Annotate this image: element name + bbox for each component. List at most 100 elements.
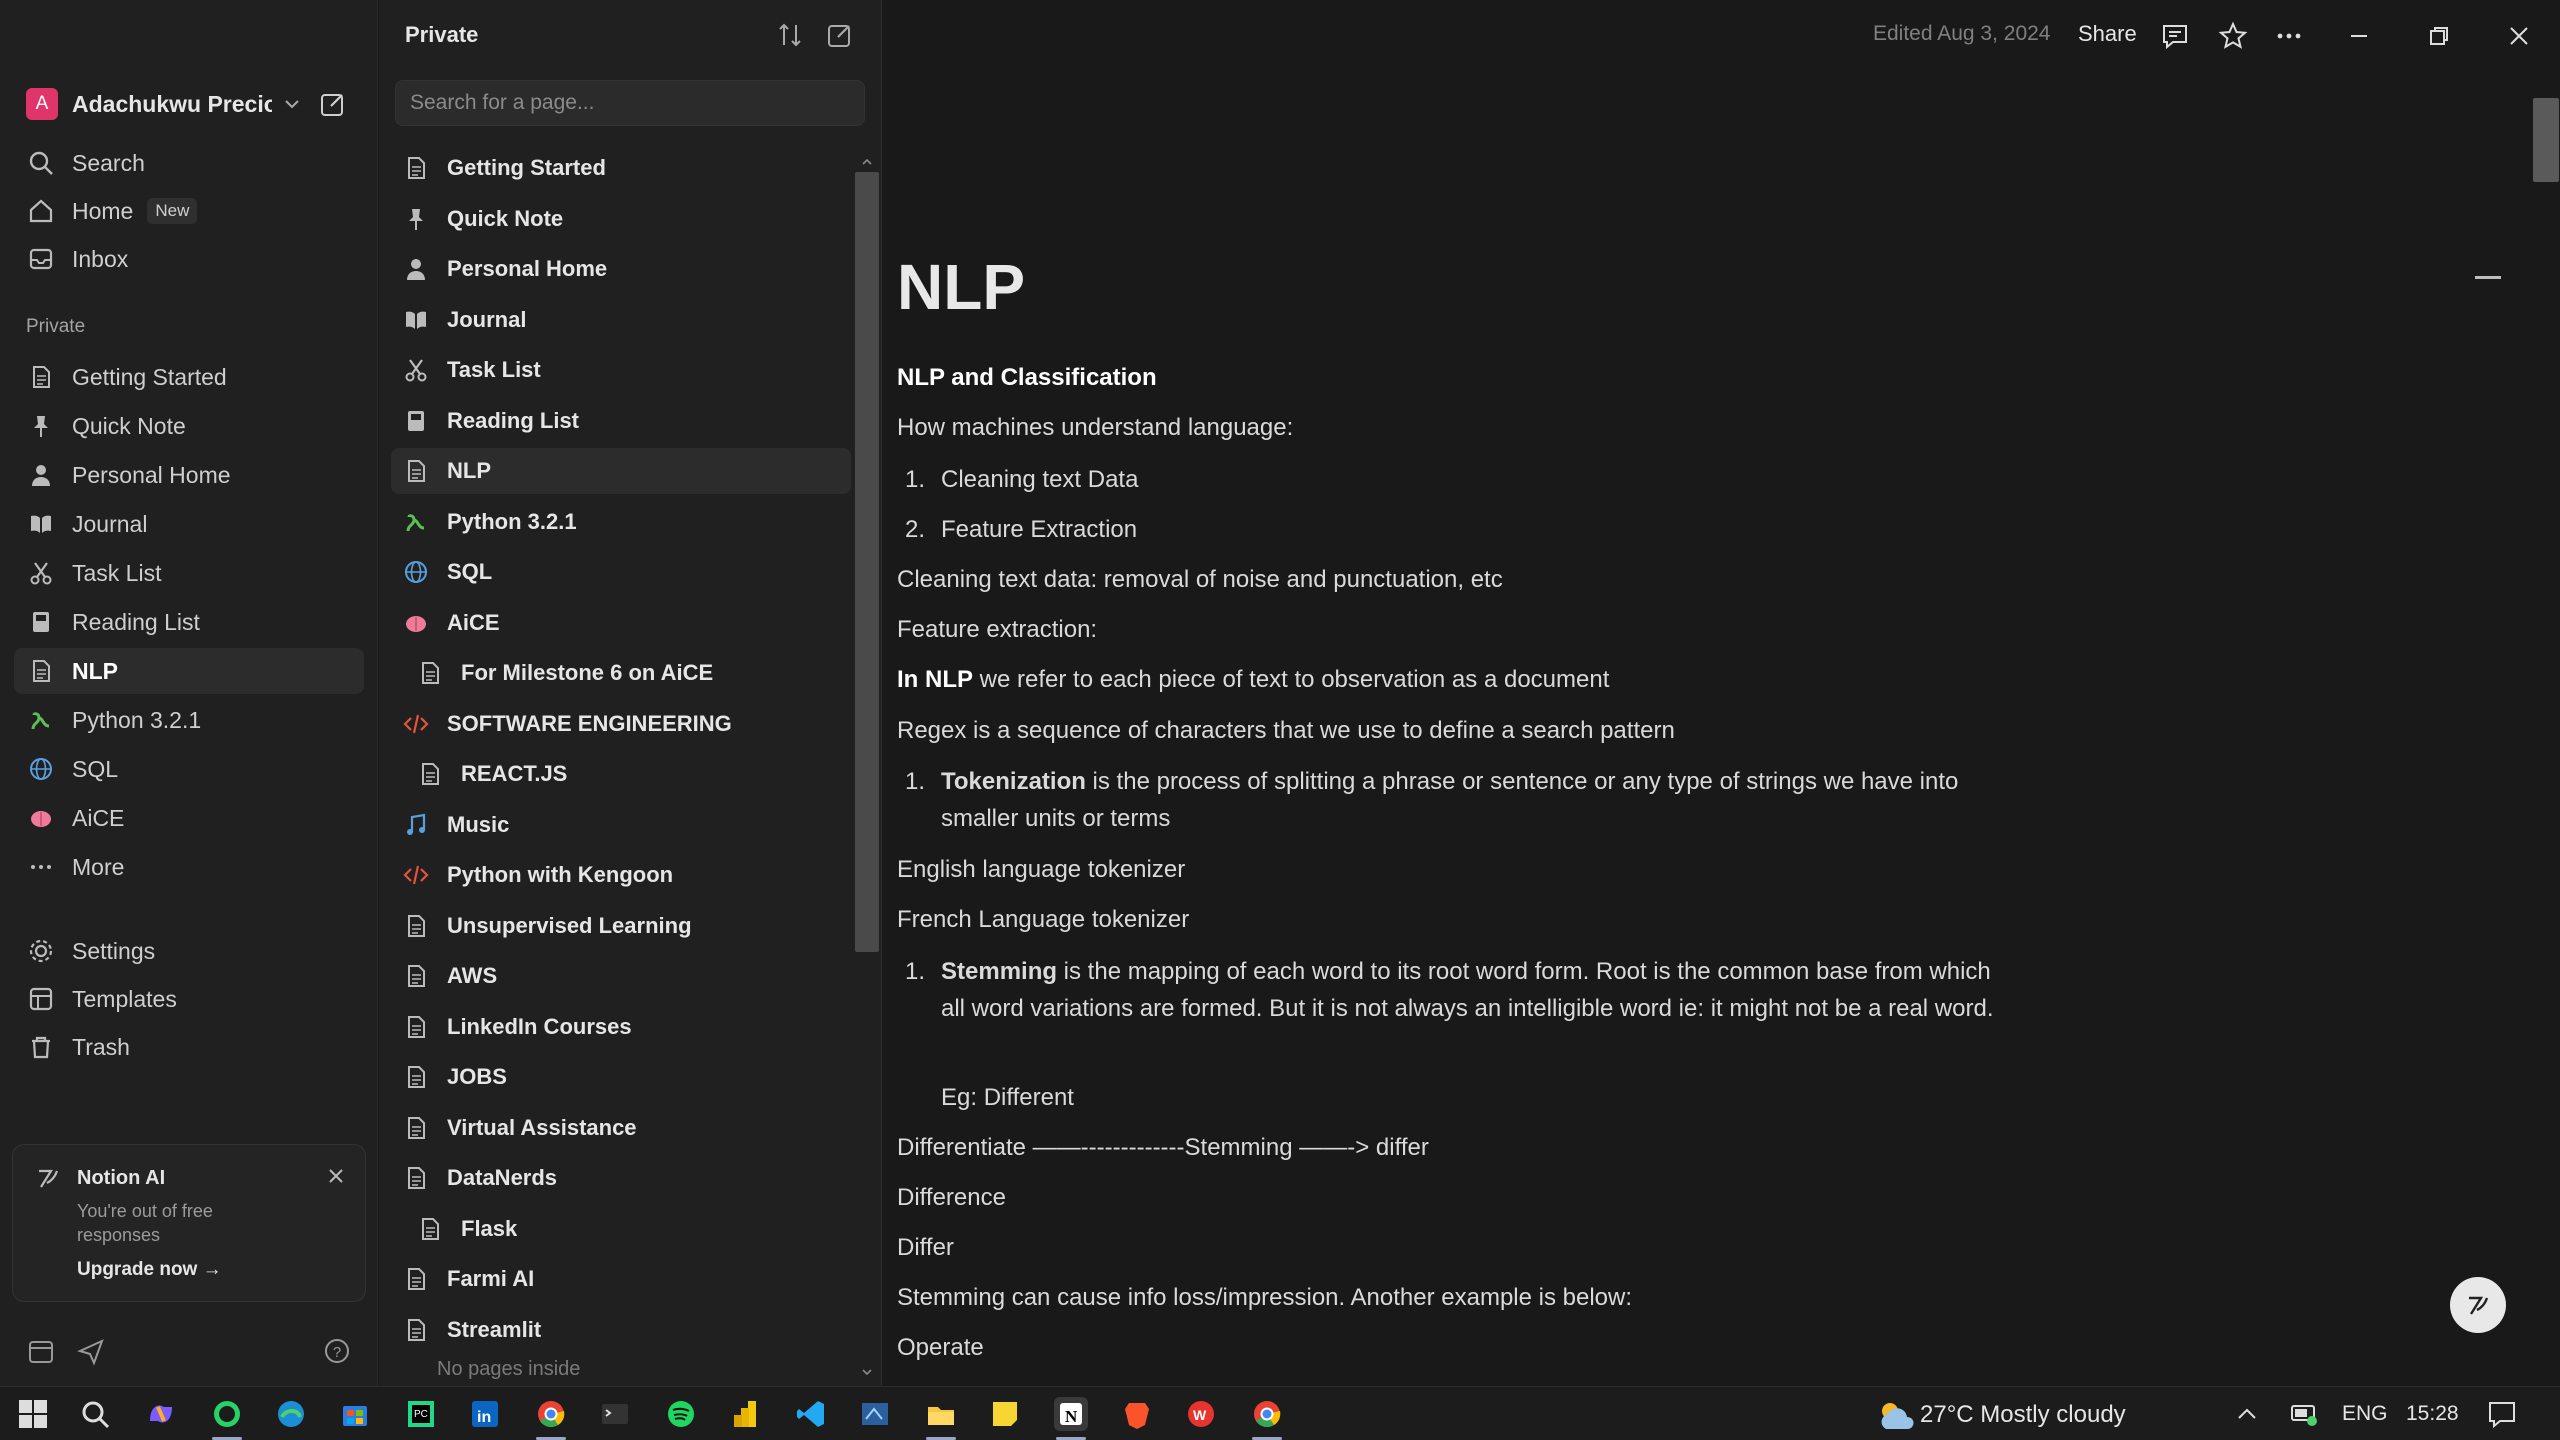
vscode-icon[interactable]: [794, 1397, 828, 1431]
new-page-icon[interactable]: [825, 20, 855, 50]
store-icon[interactable]: [338, 1397, 372, 1431]
notion-taskbar-icon[interactable]: N: [1054, 1397, 1088, 1431]
nav-trash[interactable]: Trash: [14, 1024, 364, 1070]
sidebar-item-sql[interactable]: SQL: [14, 746, 364, 792]
page-item-farmi-ai[interactable]: Farmi AI: [391, 1256, 851, 1302]
nav-settings[interactable]: Settings: [14, 928, 364, 974]
page-item-sql[interactable]: SQL: [391, 549, 851, 595]
close-window-icon[interactable]: [2503, 20, 2535, 52]
page-search-input[interactable]: [395, 80, 865, 126]
nav-search[interactable]: Search: [14, 140, 364, 186]
ssms-icon[interactable]: [858, 1397, 892, 1431]
page-item-task-list[interactable]: Task List: [391, 347, 851, 393]
sidebar-item-quick-note[interactable]: Quick Note: [14, 403, 364, 449]
share-button[interactable]: Share: [2078, 21, 2137, 47]
page-item-virtual-assistance[interactable]: Virtual Assistance: [391, 1105, 851, 1151]
chevron-down-icon[interactable]: [282, 94, 302, 114]
nav-templates[interactable]: Templates: [14, 976, 364, 1022]
page-item-jobs[interactable]: JOBS: [391, 1054, 851, 1100]
copilot-icon[interactable]: [144, 1397, 178, 1431]
new-page-icon[interactable]: [318, 89, 348, 119]
page-item-python-with-kengoon[interactable]: Python with Kengoon: [391, 852, 851, 898]
doc-paragraph[interactable]: English language tokenizer: [897, 856, 1185, 884]
doc-paragraph[interactable]: Differentiate ——-------------Stemming ——…: [897, 1134, 1429, 1162]
doc-paragraph[interactable]: Differ: [897, 1234, 954, 1262]
weather-text[interactable]: 27°C Mostly cloudy: [1920, 1401, 2126, 1429]
powerbi-icon[interactable]: [728, 1397, 762, 1431]
nav-inbox[interactable]: Inbox: [14, 236, 364, 282]
whatsapp-icon[interactable]: [210, 1397, 244, 1431]
page-item-streamlit[interactable]: Streamlit: [391, 1307, 851, 1353]
page-item-react-js[interactable]: REACT.JS: [391, 751, 851, 797]
sidebar-item-nlp[interactable]: NLP: [14, 648, 364, 694]
table-of-contents-icon[interactable]: [2475, 276, 2501, 279]
edge-icon[interactable]: [274, 1397, 308, 1431]
sidebar-item-personal-home[interactable]: Personal Home: [14, 452, 364, 498]
main-scrollbar[interactable]: [2533, 98, 2559, 182]
page-item-aws[interactable]: AWS: [391, 953, 851, 999]
close-icon[interactable]: [325, 1165, 347, 1187]
scroll-down-icon[interactable]: [861, 1366, 873, 1378]
page-item-for-milestone-6-on-aice[interactable]: For Milestone 6 on AiCE: [391, 650, 851, 696]
upgrade-now-link[interactable]: Upgrade now →: [77, 1259, 222, 1281]
more-icon[interactable]: [2273, 20, 2305, 52]
page-panel-scrollbar[interactable]: [855, 172, 879, 952]
page-item-unsupervised-learning[interactable]: Unsupervised Learning: [391, 903, 851, 949]
page-item-journal[interactable]: Journal: [391, 297, 851, 343]
list-item[interactable]: 1. Tokenization is the process of splitti…: [897, 763, 1997, 839]
brave-icon[interactable]: [1120, 1397, 1154, 1431]
sidebar-item-aice[interactable]: AiCE: [14, 795, 364, 841]
send-icon[interactable]: [76, 1336, 106, 1366]
list-item[interactable]: 1. Stemming is the mapping of each word t…: [897, 953, 1997, 1065]
page-item-datanerds[interactable]: DataNerds: [391, 1155, 851, 1201]
language-indicator[interactable]: ENG: [2342, 1402, 2388, 1426]
doc-paragraph[interactable]: Eg: Different: [941, 1084, 1074, 1112]
doc-paragraph[interactable]: Cleaning text data: removal of noise and…: [897, 566, 1503, 594]
nav-home[interactable]: Home New: [14, 188, 364, 234]
chrome-profile-icon[interactable]: [1250, 1397, 1284, 1431]
doc-paragraph[interactable]: In NLP we refer to each piece of text to…: [897, 666, 1609, 694]
notifications-icon[interactable]: [2486, 1399, 2518, 1429]
workspace-switcher[interactable]: A Adachukwu Precio...: [26, 84, 366, 124]
calendar-icon[interactable]: [26, 1336, 56, 1366]
doc-paragraph[interactable]: Stemming can cause info loss/impression.…: [897, 1284, 1632, 1312]
doc-paragraph[interactable]: Difference: [897, 1184, 1006, 1212]
scroll-up-icon[interactable]: [861, 156, 873, 168]
battery-icon[interactable]: [2290, 1401, 2320, 1427]
page-item-reading-list[interactable]: Reading List: [391, 398, 851, 444]
page-item-nlp[interactable]: NLP: [391, 448, 851, 494]
sidebar-item-task-list[interactable]: Task List: [14, 550, 364, 596]
page-item-getting-started[interactable]: Getting Started: [391, 145, 851, 191]
page-item-flask[interactable]: Flask: [391, 1206, 851, 1252]
windows-start-icon[interactable]: [16, 1397, 50, 1431]
sort-icon[interactable]: [775, 20, 805, 50]
page-item-quick-note[interactable]: Quick Note: [391, 196, 851, 242]
page-title[interactable]: NLP: [897, 250, 1025, 324]
clock[interactable]: 15:28: [2406, 1402, 2459, 1426]
restore-icon[interactable]: [2423, 20, 2455, 52]
sidebar-item-more[interactable]: More: [14, 844, 364, 890]
file-explorer-icon[interactable]: [924, 1397, 958, 1431]
star-icon[interactable]: [2217, 20, 2249, 52]
page-item-python-3-2-1[interactable]: Python 3.2.1: [391, 499, 851, 545]
page-item-software-engineering[interactable]: SOFTWARE ENGINEERING: [391, 701, 851, 747]
pycharm-icon[interactable]: PC: [404, 1397, 438, 1431]
terminal-icon[interactable]: [598, 1397, 632, 1431]
page-item-personal-home[interactable]: Personal Home: [391, 246, 851, 292]
weather-cloud-icon[interactable]: [1876, 1397, 1916, 1433]
doc-paragraph[interactable]: French Language tokenizer: [897, 906, 1189, 934]
sidebar-item-python-3-2-1[interactable]: Python 3.2.1: [14, 697, 364, 743]
spotify-icon[interactable]: [664, 1397, 698, 1431]
minimize-icon[interactable]: [2343, 20, 2375, 52]
chevron-up-icon[interactable]: [2236, 1405, 2258, 1423]
notion-ai-button[interactable]: [2450, 1277, 2506, 1333]
doc-heading[interactable]: NLP and Classification: [897, 364, 1157, 392]
sidebar-item-reading-list[interactable]: Reading List: [14, 599, 364, 645]
chrome-icon[interactable]: [534, 1397, 568, 1431]
sidebar-item-getting-started[interactable]: Getting Started: [14, 354, 364, 400]
sidebar-item-journal[interactable]: Journal: [14, 501, 364, 547]
page-item-linkedin-courses[interactable]: LinkedIn Courses: [391, 1004, 851, 1050]
doc-paragraph[interactable]: Operate: [897, 1334, 984, 1362]
sticky-notes-icon[interactable]: [988, 1397, 1022, 1431]
linkedin-icon[interactable]: in: [468, 1397, 502, 1431]
